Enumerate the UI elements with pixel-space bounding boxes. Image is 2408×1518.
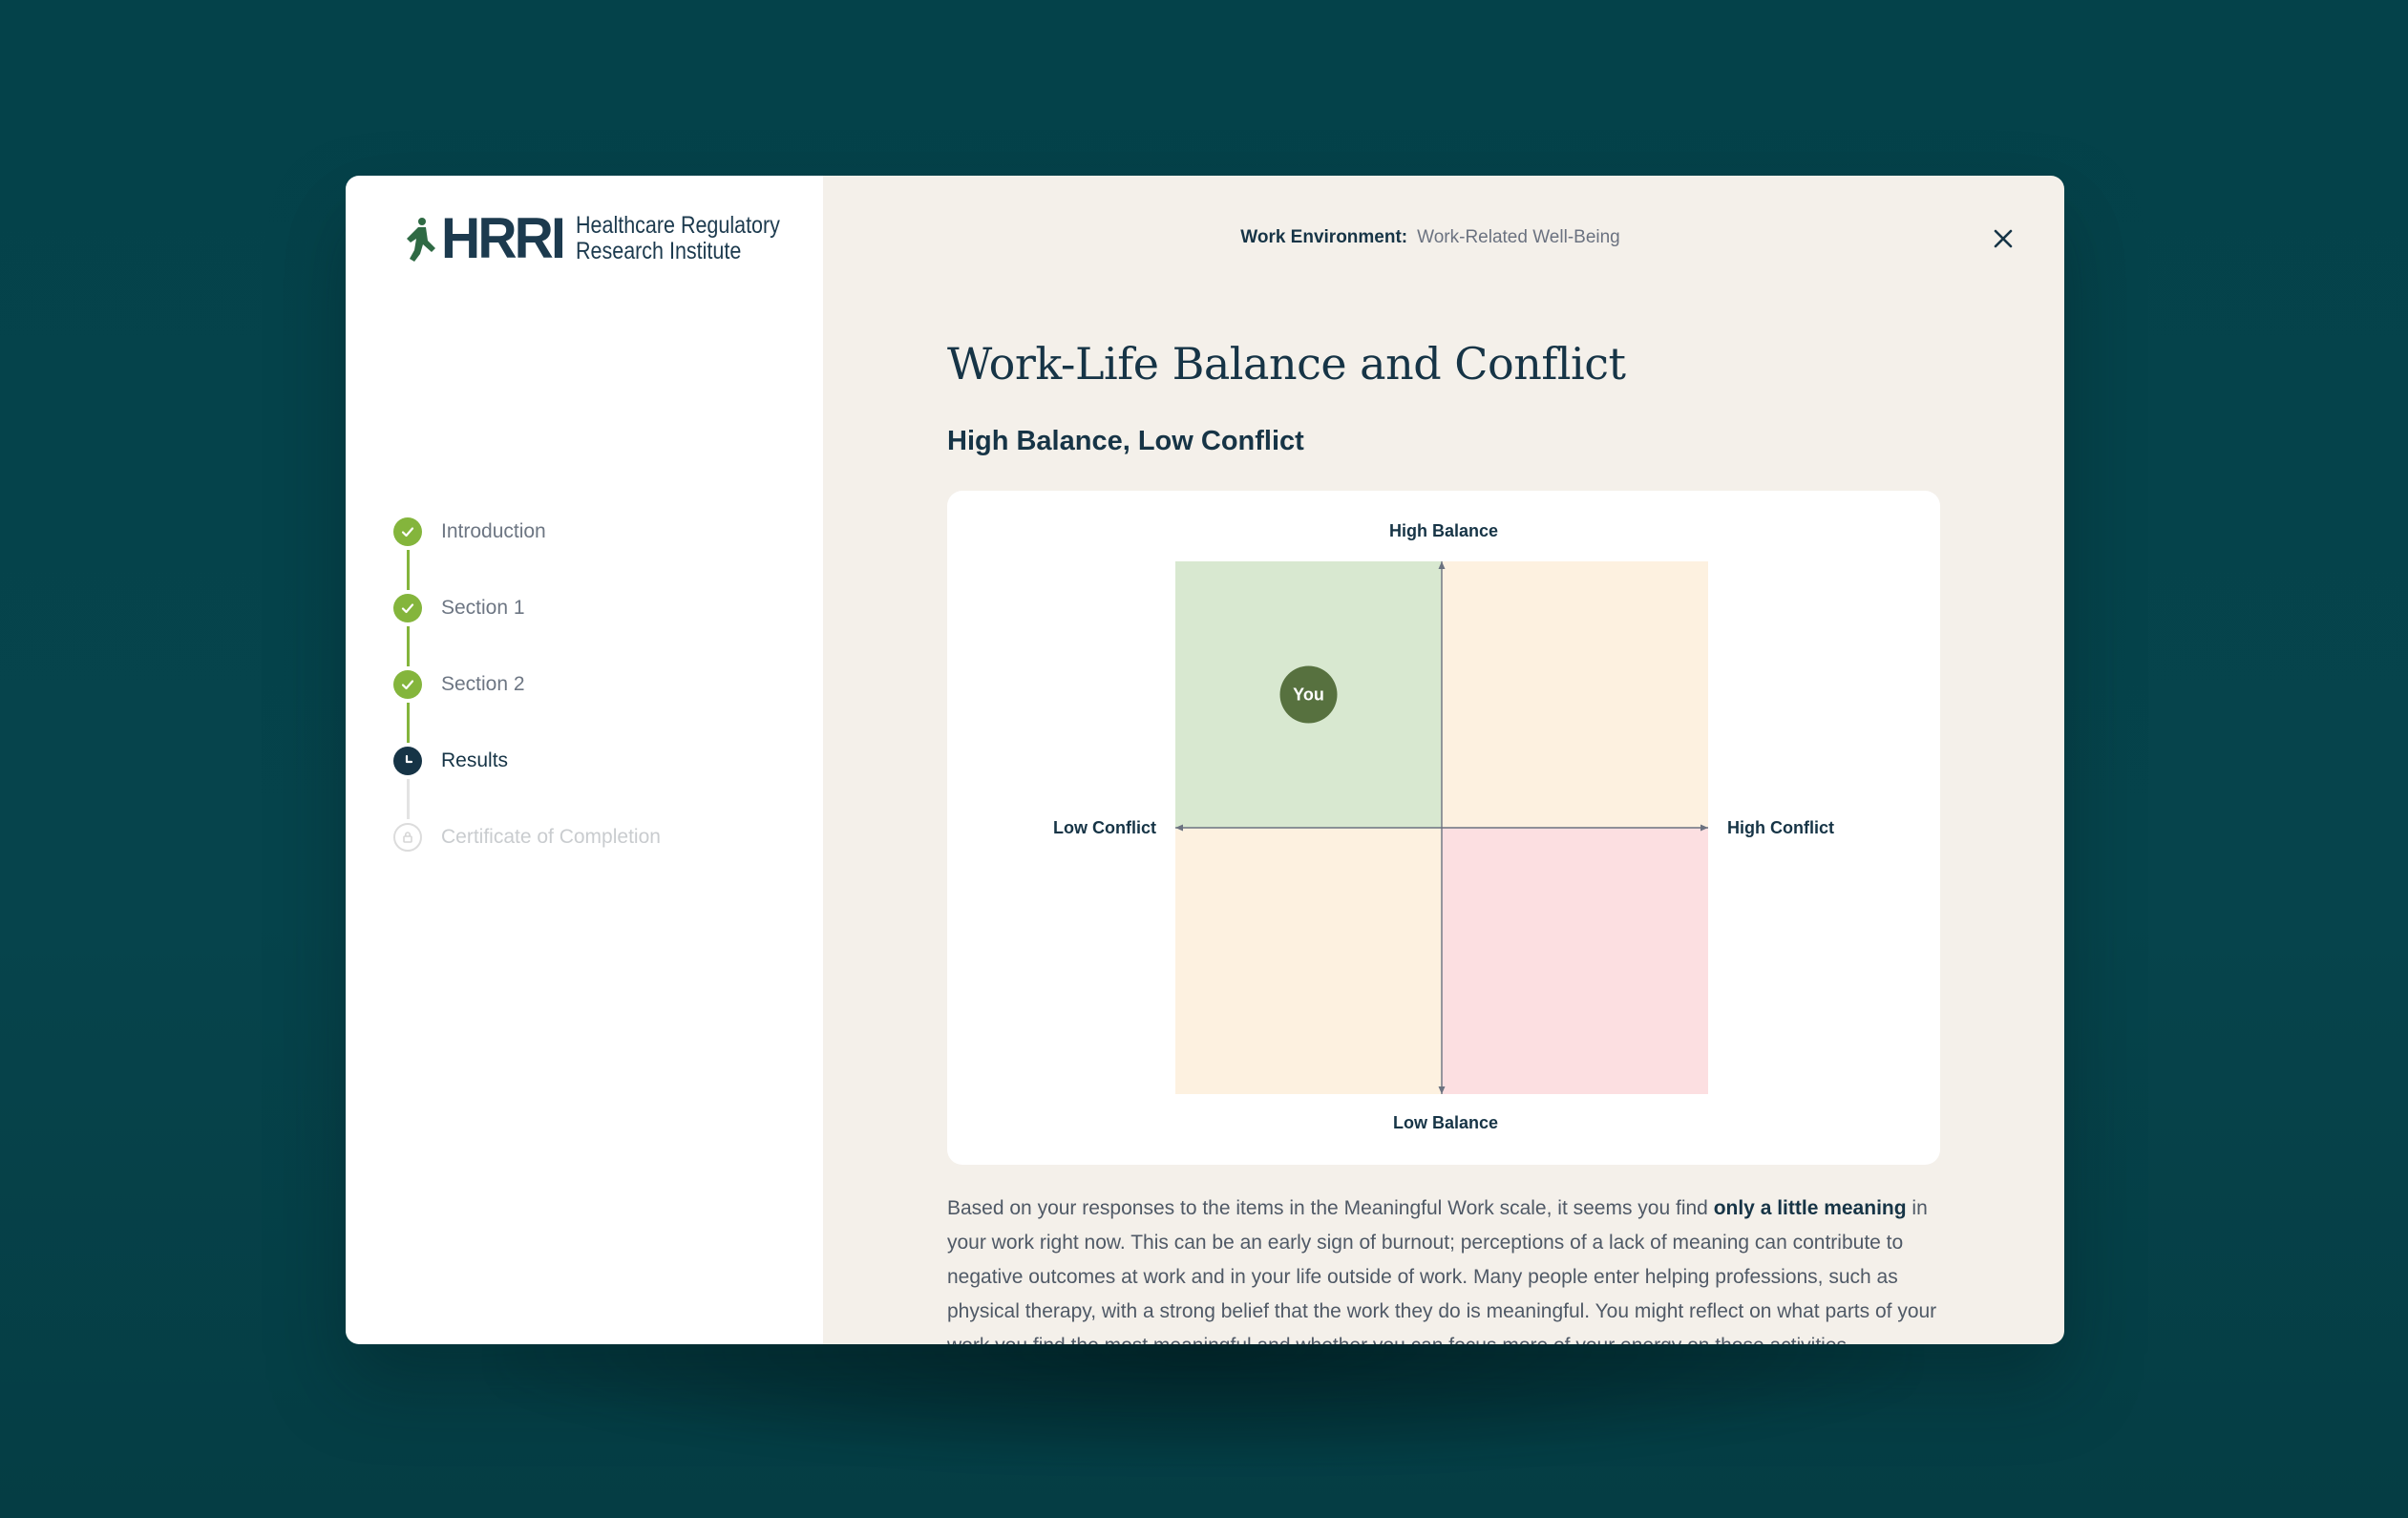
close-icon — [1994, 229, 2013, 248]
category-value: Work-Related Well-Being — [1417, 227, 1620, 247]
results-modal: HRRI Healthcare Regulatory Research Inst… — [346, 176, 2064, 1344]
quadrant-bottom-left — [1175, 828, 1442, 1094]
axis-label-top: High Balance — [1389, 521, 1498, 540]
axis-label-left: Low Conflict — [1053, 818, 1156, 837]
logo-name-line2: Research Institute — [575, 238, 741, 264]
step-connector — [407, 550, 410, 590]
step-label: Section 1 — [441, 597, 525, 619]
logo-wordmark: HRRI — [441, 206, 566, 270]
step-results[interactable]: Results — [393, 747, 661, 823]
description-text-continued: in your work right now. This can be an e… — [947, 1197, 1937, 1344]
step-introduction[interactable]: Introduction — [393, 517, 661, 594]
lock-icon — [393, 823, 422, 852]
step-connector — [407, 626, 410, 666]
logo-name-line1: Healthcare Regulatory — [575, 212, 780, 239]
progress-steps: Introduction Section 1 Section 2 Results… — [393, 517, 661, 899]
result-heading: High Balance, Low Conflict — [947, 426, 1304, 456]
clock-icon — [393, 747, 422, 775]
page-title: Work-Life Balance and Conflict — [947, 338, 1626, 390]
quadrant-bottom-right — [1442, 828, 1708, 1094]
quadrant-top-right — [1442, 561, 1708, 828]
axis-label-right: High Conflict — [1727, 818, 1834, 837]
close-button[interactable] — [1990, 225, 2017, 252]
result-description: Based on your responses to the items in … — [947, 1191, 1940, 1344]
check-icon — [393, 670, 422, 699]
runner-logo-icon — [393, 214, 437, 264]
step-label: Introduction — [441, 520, 546, 542]
description-text: Based on your responses to the items in … — [947, 1197, 1714, 1219]
sidebar: HRRI Healthcare Regulatory Research Inst… — [346, 176, 823, 1344]
axis-label-bottom: Low Balance — [1393, 1113, 1498, 1132]
step-section-1[interactable]: Section 1 — [393, 594, 661, 670]
hrri-logo: HRRI Healthcare Regulatory Research Inst… — [393, 210, 813, 267]
category-label: Work Environment: — [1240, 227, 1408, 247]
logo-name: Healthcare Regulatory Research Institute — [576, 213, 780, 264]
check-icon — [393, 594, 422, 622]
step-label: Section 2 — [441, 673, 525, 695]
step-section-2[interactable]: Section 2 — [393, 670, 661, 747]
description-emphasis: only a little meaning — [1713, 1197, 1907, 1219]
step-label: Certificate of Completion — [441, 826, 661, 848]
quadrant-chart: High Balance Low Balance Low Conflict High … — [1053, 521, 1834, 1132]
check-icon — [393, 517, 422, 546]
step-label: Results — [441, 749, 509, 771]
breadcrumb: Work Environment: Work-Related Well-Being — [823, 227, 2064, 248]
results-content: Work Environment: Work-Related Well-Being… — [823, 176, 2064, 1344]
step-certificate: Certificate of Completion — [393, 823, 661, 899]
step-connector — [407, 779, 410, 819]
you-marker-label: You — [1293, 685, 1324, 705]
quadrant-chart-card: High Balance Low Balance Low Conflict High … — [947, 491, 1940, 1165]
step-connector — [407, 703, 410, 743]
